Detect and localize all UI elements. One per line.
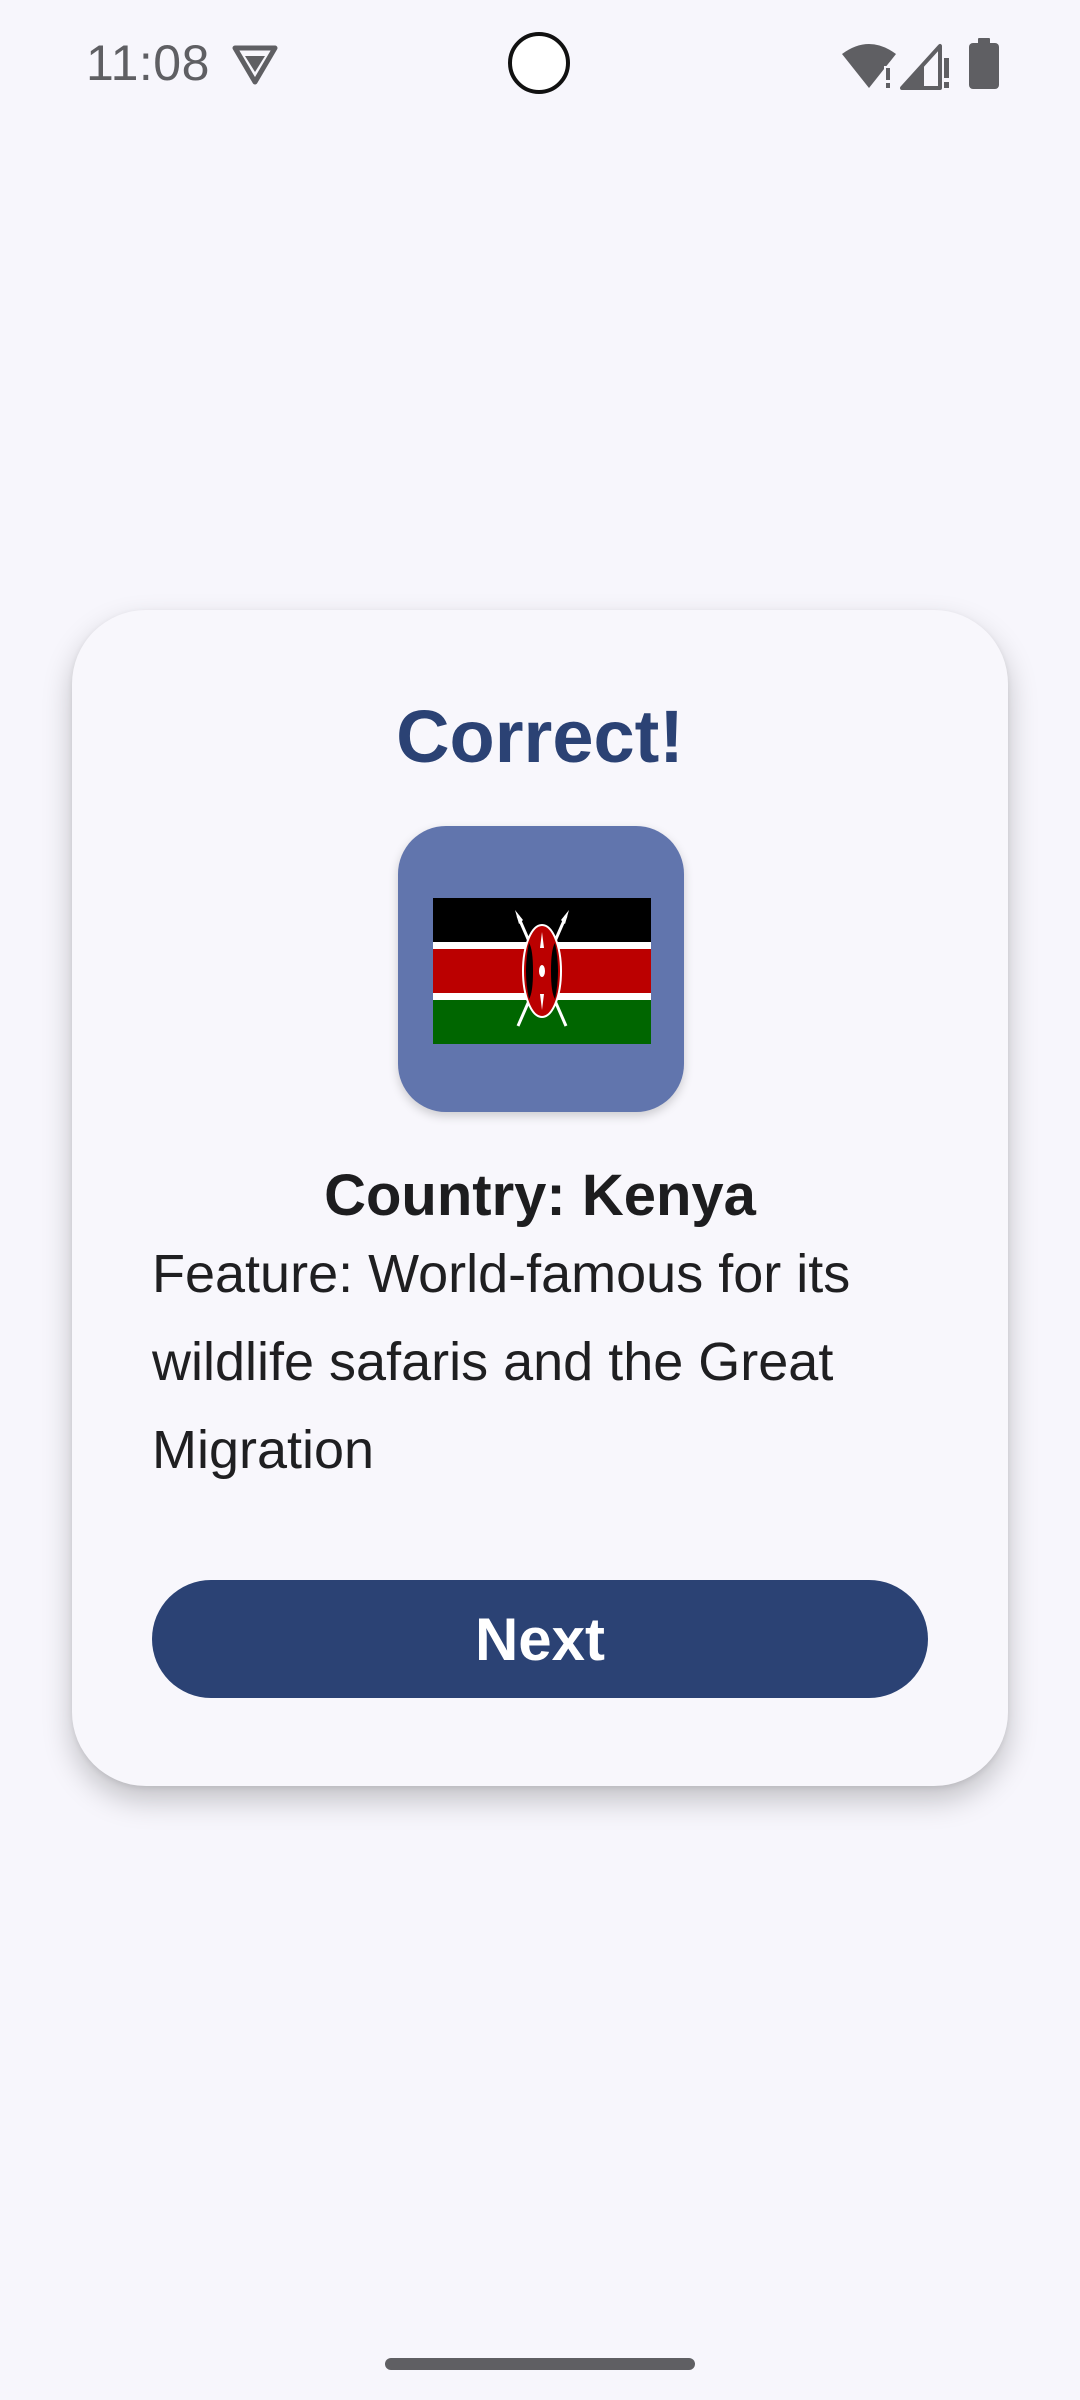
result-title: Correct!	[396, 695, 684, 778]
signal-icon	[900, 44, 949, 90]
vpn-icon	[232, 45, 278, 85]
kenya-flag-icon	[433, 898, 651, 1044]
status-time: 11:08	[86, 35, 210, 91]
camera-cutout	[508, 32, 570, 94]
status-bar: 11:08	[0, 0, 1080, 130]
home-indicator[interactable]	[385, 2358, 695, 2370]
wifi-icon	[842, 44, 896, 88]
flag-tile	[398, 826, 684, 1112]
battery-icon	[969, 38, 999, 89]
next-button[interactable]: Next	[152, 1580, 928, 1698]
country-label: Country: Kenya	[324, 1163, 756, 1228]
screen: 11:08 Correct! Country: Kenya Feature: W…	[0, 0, 1080, 2400]
result-card: Correct! Country: Kenya Feature: World-f…	[72, 610, 1008, 1786]
feature-description: Feature: World-famous for its wildlife s…	[152, 1244, 851, 1480]
